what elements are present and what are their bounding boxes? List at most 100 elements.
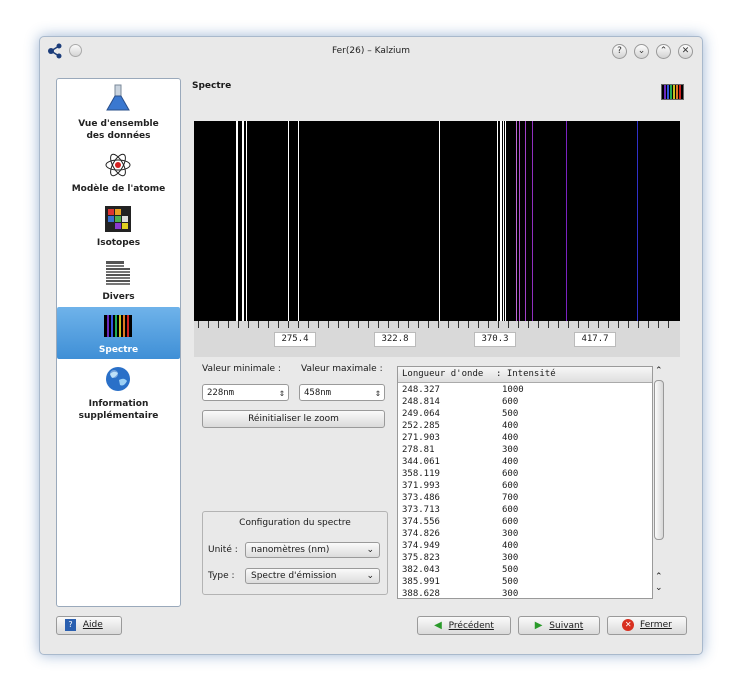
wavelength-scale: 275.4 322.8 370.3 417.7 (194, 321, 680, 357)
page-title: Spectre (192, 81, 232, 91)
sidebar-item-atom-model[interactable]: Modèle de l'atome (57, 149, 180, 201)
spin-arrows-icon[interactable]: ⇕ (279, 385, 285, 402)
intensity-cell: 400 (502, 457, 519, 467)
sidebar-item-label: Information (88, 399, 149, 409)
minimize-button[interactable]: ⌄ (634, 44, 649, 59)
sidebar-item-label: Vue d'ensemble (78, 119, 159, 129)
config-title: Configuration du spectre (239, 518, 351, 528)
spectral-line (503, 121, 504, 321)
spectral-lines-table[interactable]: Longueur d'onde : Intensité 248.327 1000 2… (397, 366, 653, 599)
spectral-line (246, 121, 247, 321)
table-row[interactable]: 373.713 600 (398, 504, 652, 516)
table-row[interactable]: 358.119 600 (398, 468, 652, 480)
table-row[interactable]: 248.814 600 (398, 396, 652, 408)
min-value-spinbox[interactable]: 228nm ⇕ (202, 384, 289, 401)
table-row[interactable]: 382.043 500 (398, 564, 652, 576)
header-intensity[interactable]: : Intensité (496, 367, 556, 382)
atom-icon (105, 153, 131, 177)
chevron-down-icon: ⌄ (366, 571, 374, 581)
wavelength-cell: 373.486 (402, 493, 440, 503)
max-value-text: 458nm (304, 388, 332, 398)
type-value: Spectre d'émission (251, 571, 337, 581)
table-row[interactable]: 249.064 500 (398, 408, 652, 420)
spectrum-icon (661, 84, 684, 100)
sidebar-item-label: des données (86, 131, 151, 141)
spectral-line (236, 121, 238, 321)
close-label: Fermer (640, 620, 672, 630)
spectral-line (525, 121, 526, 321)
table-row[interactable]: 248.327 1000 (398, 384, 652, 396)
spectral-line (516, 121, 517, 321)
close-icon: ✕ (622, 618, 635, 631)
scrollbar-thumb[interactable] (654, 380, 664, 540)
table-row[interactable]: 375.823 300 (398, 552, 652, 564)
table-row[interactable]: 371.993 600 (398, 480, 652, 492)
table-row[interactable]: 344.061 400 (398, 456, 652, 468)
wavelength-cell: 271.903 (402, 433, 440, 443)
table-row[interactable]: 373.486 700 (398, 492, 652, 504)
sidebar-item-isotopes[interactable]: Isotopes (57, 203, 180, 255)
table-row[interactable]: 374.826 300 (398, 528, 652, 540)
spectrum-icon (104, 315, 132, 337)
spectral-line (497, 121, 498, 321)
kalzium-window: Fer(26) – Kalzium ? ⌄ ⌃ ✕ Vue d'ensemble… (39, 36, 703, 655)
spin-arrows-icon[interactable]: ⇕ (375, 385, 381, 402)
spectrum-config-group: Configuration du spectre Unité : nanomèt… (202, 511, 388, 595)
arrow-left-icon: ◀ (434, 620, 442, 631)
sidebar-item-misc[interactable]: Divers (57, 257, 180, 309)
max-value-spinbox[interactable]: 458nm ⇕ (299, 384, 385, 401)
sidebar-item-overview[interactable]: Vue d'ensemble des données (57, 81, 180, 147)
scale-label: 275.4 (274, 332, 316, 347)
header-wavelength[interactable]: Longueur d'onde (402, 367, 483, 382)
intensity-cell: 500 (502, 565, 519, 575)
scale-label: 370.3 (474, 332, 516, 347)
previous-button[interactable]: ◀ Précédent (417, 616, 511, 635)
table-row[interactable]: 388.628 300 (398, 588, 652, 599)
intensity-cell: 400 (502, 541, 519, 551)
maximize-button[interactable]: ⌃ (656, 44, 671, 59)
help-label: Aide (82, 620, 103, 630)
intensity-cell: 500 (502, 409, 519, 419)
misc-icon (106, 261, 130, 285)
max-value-label: Valeur maximale : (301, 364, 383, 374)
next-button[interactable]: ▶ Suivant (518, 616, 600, 635)
table-row[interactable]: 271.903 400 (398, 432, 652, 444)
table-row[interactable]: 374.556 600 (398, 516, 652, 528)
spectral-line (566, 121, 567, 321)
help-title-button[interactable]: ? (612, 44, 627, 59)
intensity-cell: 600 (502, 397, 519, 407)
scroll-up-icon[interactable]: ⌃ (655, 572, 663, 582)
flask-icon (106, 84, 130, 111)
isotopes-icon (105, 206, 131, 232)
spectral-line (298, 121, 299, 321)
close-window-button[interactable]: ✕ (678, 44, 693, 59)
table-scrollbar[interactable]: ⌃ ⌃ ⌄ (653, 366, 665, 597)
reset-zoom-button[interactable]: Réinitialiser le zoom (202, 410, 385, 428)
intensity-cell: 300 (502, 589, 519, 599)
type-select[interactable]: Spectre d'émission ⌄ (245, 568, 380, 584)
next-label: Suivant (549, 621, 584, 631)
wavelength-cell: 382.043 (402, 565, 440, 575)
wavelength-cell: 374.556 (402, 517, 440, 527)
intensity-cell: 300 (502, 445, 519, 455)
unit-select[interactable]: nanomètres (nm) ⌄ (245, 542, 380, 558)
table-row[interactable]: 374.949 400 (398, 540, 652, 552)
sidebar-item-spectrum[interactable]: Spectre (57, 307, 180, 359)
sidebar-item-label: Isotopes (96, 238, 141, 248)
table-row[interactable]: 252.285 400 (398, 420, 652, 432)
arrow-right-icon: ▶ (534, 620, 543, 631)
scale-label: 417.7 (574, 332, 616, 347)
scale-label: 322.8 (374, 332, 416, 347)
wavelength-cell: 248.814 (402, 397, 440, 407)
spectrum-view[interactable] (194, 121, 680, 321)
scroll-down-icon[interactable]: ⌄ (655, 583, 663, 593)
wavelength-cell: 278.81 (402, 445, 435, 455)
scroll-up-icon[interactable]: ⌃ (655, 366, 663, 376)
spectral-line (500, 121, 502, 321)
sidebar-item-extra-info[interactable]: Information supplémentaire (57, 363, 180, 425)
table-row[interactable]: 385.991 500 (398, 576, 652, 588)
spectral-line (505, 121, 506, 321)
close-button[interactable]: ✕ Fermer (607, 616, 687, 635)
table-row[interactable]: 278.81 300 (398, 444, 652, 456)
help-button[interactable]: ? Aide (56, 616, 122, 635)
